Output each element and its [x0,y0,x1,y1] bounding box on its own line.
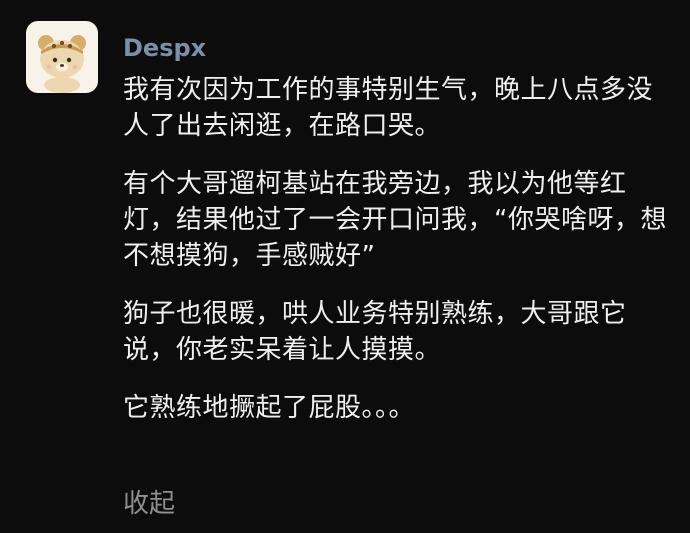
avatar[interactable] [26,21,98,93]
bear-avatar-icon [38,35,86,93]
post-paragraph-2: 有个大哥遛柯基站在我旁边，我以为他等红灯，结果他过了一会开口问我，“你哭啥呀，想… [123,169,667,271]
username[interactable]: Despx [123,33,206,63]
post-card: Despx 我有次因为工作的事特别生气，晚上八点多没人了出去闲逛，在路口哭。 有… [0,0,690,533]
post-paragraph-1: 我有次因为工作的事特别生气，晚上八点多没人了出去闲逛，在路口哭。 [123,75,654,141]
post-content: 我有次因为工作的事特别生气，晚上八点多没人了出去闲逛，在路口哭。 有个大哥遛柯基… [123,72,671,448]
post-paragraph-4: 它熟练地撅起了屁股。。。 [123,393,416,423]
collapse-link[interactable]: 收起 [123,486,175,522]
post-paragraph-3: 狗子也很暖，哄人业务特别熟练，大哥跟它说，你老实呆着让人摸摸。 [123,299,627,365]
